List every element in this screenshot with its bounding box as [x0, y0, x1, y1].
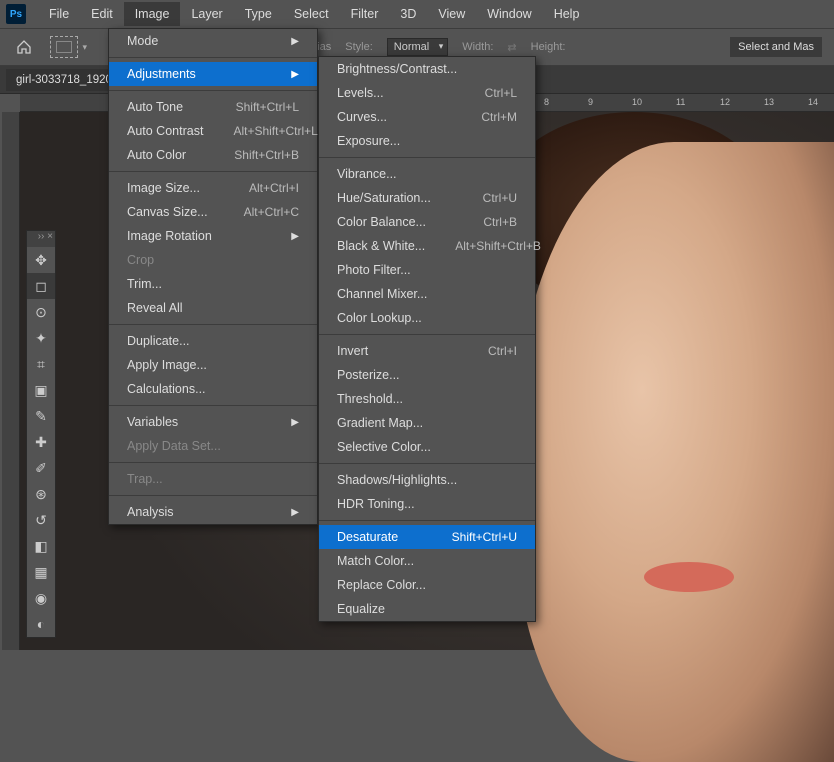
- wand-tool[interactable]: ✦: [27, 325, 55, 351]
- menuitem-trim[interactable]: Trim...: [109, 272, 317, 296]
- menuitem-shadows-highlights[interactable]: Shadows/Highlights...: [319, 468, 535, 492]
- menuitem-gradient-map[interactable]: Gradient Map...: [319, 411, 535, 435]
- lasso-tool[interactable]: ⊙: [27, 299, 55, 325]
- frame-tool[interactable]: ▣: [27, 377, 55, 403]
- menuitem-color-balance[interactable]: Color Balance...Ctrl+B: [319, 210, 535, 234]
- menuitem-apply-data-set: Apply Data Set...: [109, 434, 317, 458]
- crop-tool[interactable]: ⌗: [27, 351, 55, 377]
- menuitem-equalize[interactable]: Equalize: [319, 597, 535, 621]
- submenu-arrow-icon: ▶: [291, 36, 299, 47]
- menu-window[interactable]: Window: [476, 2, 542, 26]
- menu-edit[interactable]: Edit: [80, 2, 124, 26]
- eyedropper-tool[interactable]: ✎: [27, 403, 55, 429]
- stamp-tool[interactable]: ⊛: [27, 481, 55, 507]
- menuitem-canvas-size[interactable]: Canvas Size...Alt+Ctrl+C: [109, 200, 317, 224]
- toolbox: ›› × ✥◻⊙✦⌗▣✎✚✐⊛↺◧▦◉◐: [26, 230, 56, 638]
- menuitem-posterize[interactable]: Posterize...: [319, 363, 535, 387]
- toolbox-header[interactable]: ›› ×: [27, 231, 55, 247]
- image-menu: Mode▶Adjustments▶Auto ToneShift+Ctrl+LAu…: [108, 28, 318, 525]
- history-tool[interactable]: ↺: [27, 507, 55, 533]
- style-select[interactable]: Normal: [387, 38, 448, 56]
- menuitem-adjustments[interactable]: Adjustments▶: [109, 62, 317, 86]
- style-label: Style:: [345, 41, 373, 53]
- menuitem-hue-saturation[interactable]: Hue/Saturation...Ctrl+U: [319, 186, 535, 210]
- menuitem-auto-contrast[interactable]: Auto ContrastAlt+Shift+Ctrl+L: [109, 119, 317, 143]
- select-and-mask-button[interactable]: Select and Mas: [730, 37, 822, 57]
- menuitem-desaturate[interactable]: DesaturateShift+Ctrl+U: [319, 525, 535, 549]
- marquee-tool[interactable]: ◻: [27, 273, 55, 299]
- menuitem-hdr-toning[interactable]: HDR Toning...: [319, 492, 535, 516]
- menu-image[interactable]: Image: [124, 2, 181, 26]
- menu-view[interactable]: View: [427, 2, 476, 26]
- tool-preset[interactable]: [50, 36, 78, 58]
- menuitem-auto-color[interactable]: Auto ColorShift+Ctrl+B: [109, 143, 317, 167]
- width-label: Width:: [462, 41, 493, 53]
- menuitem-color-lookup[interactable]: Color Lookup...: [319, 306, 535, 330]
- menuitem-photo-filter[interactable]: Photo Filter...: [319, 258, 535, 282]
- menuitem-black-white[interactable]: Black & White...Alt+Shift+Ctrl+B: [319, 234, 535, 258]
- brush-tool[interactable]: ✐: [27, 455, 55, 481]
- menuitem-levels[interactable]: Levels...Ctrl+L: [319, 81, 535, 105]
- menuitem-invert[interactable]: InvertCtrl+I: [319, 339, 535, 363]
- height-label: Height:: [531, 41, 566, 53]
- menu-select[interactable]: Select: [283, 2, 340, 26]
- menuitem-auto-tone[interactable]: Auto ToneShift+Ctrl+L: [109, 95, 317, 119]
- menuitem-vibrance[interactable]: Vibrance...: [319, 162, 535, 186]
- home-icon[interactable]: [12, 35, 36, 59]
- swap-icon[interactable]: ⇄: [507, 41, 516, 54]
- submenu-arrow-icon: ▶: [291, 231, 299, 242]
- menuitem-threshold[interactable]: Threshold...: [319, 387, 535, 411]
- menu-file[interactable]: File: [38, 2, 80, 26]
- menuitem-crop: Crop: [109, 248, 317, 272]
- menuitem-calculations[interactable]: Calculations...: [109, 377, 317, 401]
- menu-filter[interactable]: Filter: [340, 2, 390, 26]
- menuitem-duplicate[interactable]: Duplicate...: [109, 329, 317, 353]
- menuitem-trap: Trap...: [109, 467, 317, 491]
- app-icon: Ps: [6, 4, 26, 24]
- blur-tool[interactable]: ◉: [27, 585, 55, 611]
- menu-type[interactable]: Type: [234, 2, 283, 26]
- submenu-arrow-icon: ▶: [291, 507, 299, 518]
- submenu-arrow-icon: ▶: [291, 69, 299, 80]
- heal-tool[interactable]: ✚: [27, 429, 55, 455]
- menu-layer[interactable]: Layer: [180, 2, 233, 26]
- eraser-tool[interactable]: ◧: [27, 533, 55, 559]
- menu-help[interactable]: Help: [543, 2, 591, 26]
- menuitem-image-size[interactable]: Image Size...Alt+Ctrl+I: [109, 176, 317, 200]
- menuitem-channel-mixer[interactable]: Channel Mixer...: [319, 282, 535, 306]
- menu-3d[interactable]: 3D: [389, 2, 427, 26]
- menuitem-reveal-all[interactable]: Reveal All: [109, 296, 317, 320]
- menuitem-curves[interactable]: Curves...Ctrl+M: [319, 105, 535, 129]
- menuitem-analysis[interactable]: Analysis▶: [109, 500, 317, 524]
- move-tool[interactable]: ✥: [27, 247, 55, 273]
- dodge-tool[interactable]: ◐: [27, 611, 55, 637]
- menuitem-image-rotation[interactable]: Image Rotation▶: [109, 224, 317, 248]
- gradient-tool[interactable]: ▦: [27, 559, 55, 585]
- menuitem-mode[interactable]: Mode▶: [109, 29, 317, 53]
- menuitem-replace-color[interactable]: Replace Color...: [319, 573, 535, 597]
- menuitem-exposure[interactable]: Exposure...: [319, 129, 535, 153]
- submenu-arrow-icon: ▶: [291, 417, 299, 428]
- menubar: Ps FileEditImageLayerTypeSelectFilter3DV…: [0, 0, 834, 28]
- menuitem-selective-color[interactable]: Selective Color...: [319, 435, 535, 459]
- menuitem-apply-image[interactable]: Apply Image...: [109, 353, 317, 377]
- menuitem-match-color[interactable]: Match Color...: [319, 549, 535, 573]
- menuitem-variables[interactable]: Variables▶: [109, 410, 317, 434]
- menuitem-brightness-contrast[interactable]: Brightness/Contrast...: [319, 57, 535, 81]
- adjustments-submenu: Brightness/Contrast...Levels...Ctrl+LCur…: [318, 56, 536, 622]
- ruler-vertical: [2, 112, 20, 650]
